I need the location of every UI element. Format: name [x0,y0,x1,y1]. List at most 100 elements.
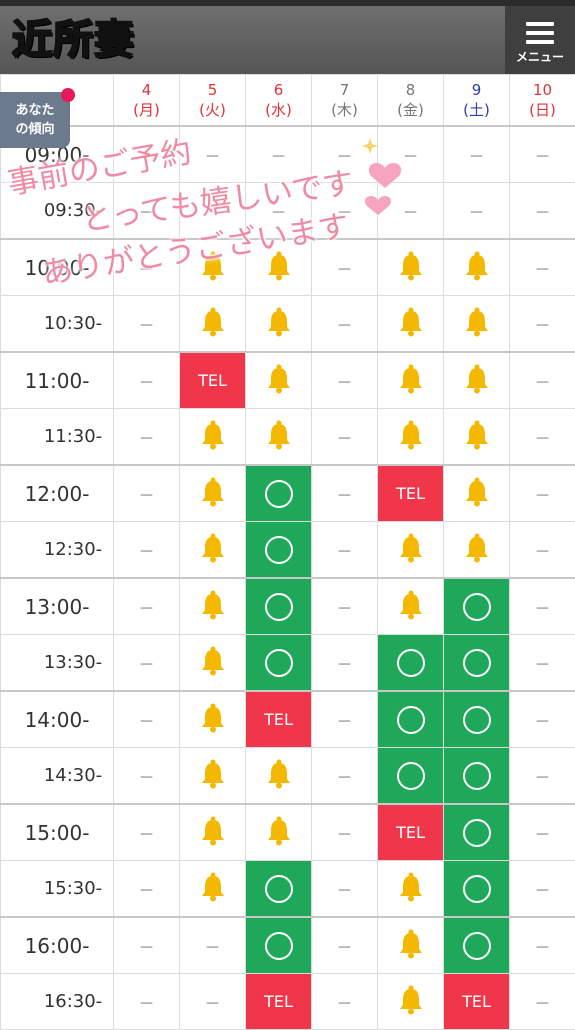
available-cell[interactable] [378,748,444,805]
day-header: 6(水) [246,75,312,127]
request-cell[interactable] [444,409,510,466]
available-cell[interactable] [444,917,510,974]
request-cell[interactable] [180,578,246,635]
request-cell[interactable] [378,409,444,466]
time-label: 13:30- [1,635,114,692]
request-cell[interactable] [378,974,444,1030]
request-cell[interactable] [180,748,246,805]
unavailable-cell: － [510,296,575,353]
unavailable-cell: － [312,409,378,466]
day-header: 10(日) [510,75,575,127]
tel-cell[interactable]: TEL [180,352,246,409]
available-cell[interactable] [246,917,312,974]
request-cell[interactable] [180,465,246,522]
request-cell[interactable] [246,296,312,353]
request-cell[interactable] [180,239,246,296]
bell-icon [463,251,491,281]
day-of-week: (土) [444,100,509,120]
day-of-week: (月) [114,100,179,120]
day-number: 6 [246,80,311,100]
unavailable-cell: － [180,126,246,183]
unavailable-cell: － [510,861,575,918]
time-label: 10:00- [1,239,114,296]
available-cell[interactable] [246,635,312,692]
unavailable-cell: － [312,861,378,918]
menu-button[interactable]: メニュー [505,6,575,74]
bell-icon [397,251,425,281]
time-row: 10:30-－－－ [1,296,575,353]
request-cell[interactable] [246,352,312,409]
unavailable-cell: － [312,748,378,805]
time-label: 15:00- [1,804,114,861]
circle-available-icon [397,706,425,734]
request-cell[interactable] [180,296,246,353]
unavailable-cell: － [312,296,378,353]
request-cell[interactable] [444,352,510,409]
request-cell[interactable] [444,522,510,579]
request-cell[interactable] [378,861,444,918]
time-row: 09:00-－－－－－－－ [1,126,575,183]
unavailable-cell: － [114,748,180,805]
available-cell[interactable] [444,691,510,748]
request-cell[interactable] [378,578,444,635]
unavailable-cell: － [114,861,180,918]
circle-available-icon [397,762,425,790]
request-cell[interactable] [378,296,444,353]
bell-icon [397,307,425,337]
time-label: 10:30- [1,296,114,353]
available-cell[interactable] [378,691,444,748]
request-cell[interactable] [246,239,312,296]
request-cell[interactable] [378,352,444,409]
day-number: 4 [114,80,179,100]
tel-cell[interactable]: TEL [378,465,444,522]
request-cell[interactable] [378,522,444,579]
unavailable-cell: － [246,183,312,240]
time-row: 12:00-－－TEL－ [1,465,575,522]
request-cell[interactable] [246,748,312,805]
request-cell[interactable] [180,522,246,579]
tel-cell[interactable]: TEL [246,691,312,748]
available-cell[interactable] [444,804,510,861]
bell-icon [199,590,227,620]
available-cell[interactable] [378,635,444,692]
unavailable-cell: － [180,183,246,240]
request-cell[interactable] [378,239,444,296]
unavailable-cell: － [510,126,575,183]
unavailable-cell: － [510,578,575,635]
unavailable-cell: － [378,183,444,240]
request-cell[interactable] [444,465,510,522]
available-cell[interactable] [246,522,312,579]
tendency-badge[interactable]: あなた の傾向 [0,92,70,148]
request-cell[interactable] [444,296,510,353]
unavailable-cell: － [510,748,575,805]
tel-cell[interactable]: TEL [378,804,444,861]
unavailable-cell: － [510,917,575,974]
available-cell[interactable] [246,578,312,635]
request-cell[interactable] [246,409,312,466]
bell-icon [199,646,227,676]
available-cell[interactable] [444,578,510,635]
bell-icon [397,929,425,959]
time-row: 12:30-－－－ [1,522,575,579]
available-cell[interactable] [444,748,510,805]
request-cell[interactable] [180,804,246,861]
request-cell[interactable] [180,635,246,692]
available-cell[interactable] [444,635,510,692]
request-cell[interactable] [246,804,312,861]
request-cell[interactable] [444,239,510,296]
request-cell[interactable] [378,917,444,974]
unavailable-cell: － [510,691,575,748]
request-cell[interactable] [180,861,246,918]
request-cell[interactable] [180,409,246,466]
available-cell[interactable] [246,861,312,918]
available-cell[interactable] [444,861,510,918]
site-logo[interactable]: 近所妻 [12,16,135,64]
tel-cell[interactable]: TEL [444,974,510,1030]
time-row: 10:00-－－－ [1,239,575,296]
tel-cell[interactable]: TEL [246,974,312,1030]
day-number: 5 [180,80,245,100]
available-cell[interactable] [246,465,312,522]
circle-available-icon [265,480,293,508]
time-label: 09:30- [1,183,114,240]
request-cell[interactable] [180,691,246,748]
